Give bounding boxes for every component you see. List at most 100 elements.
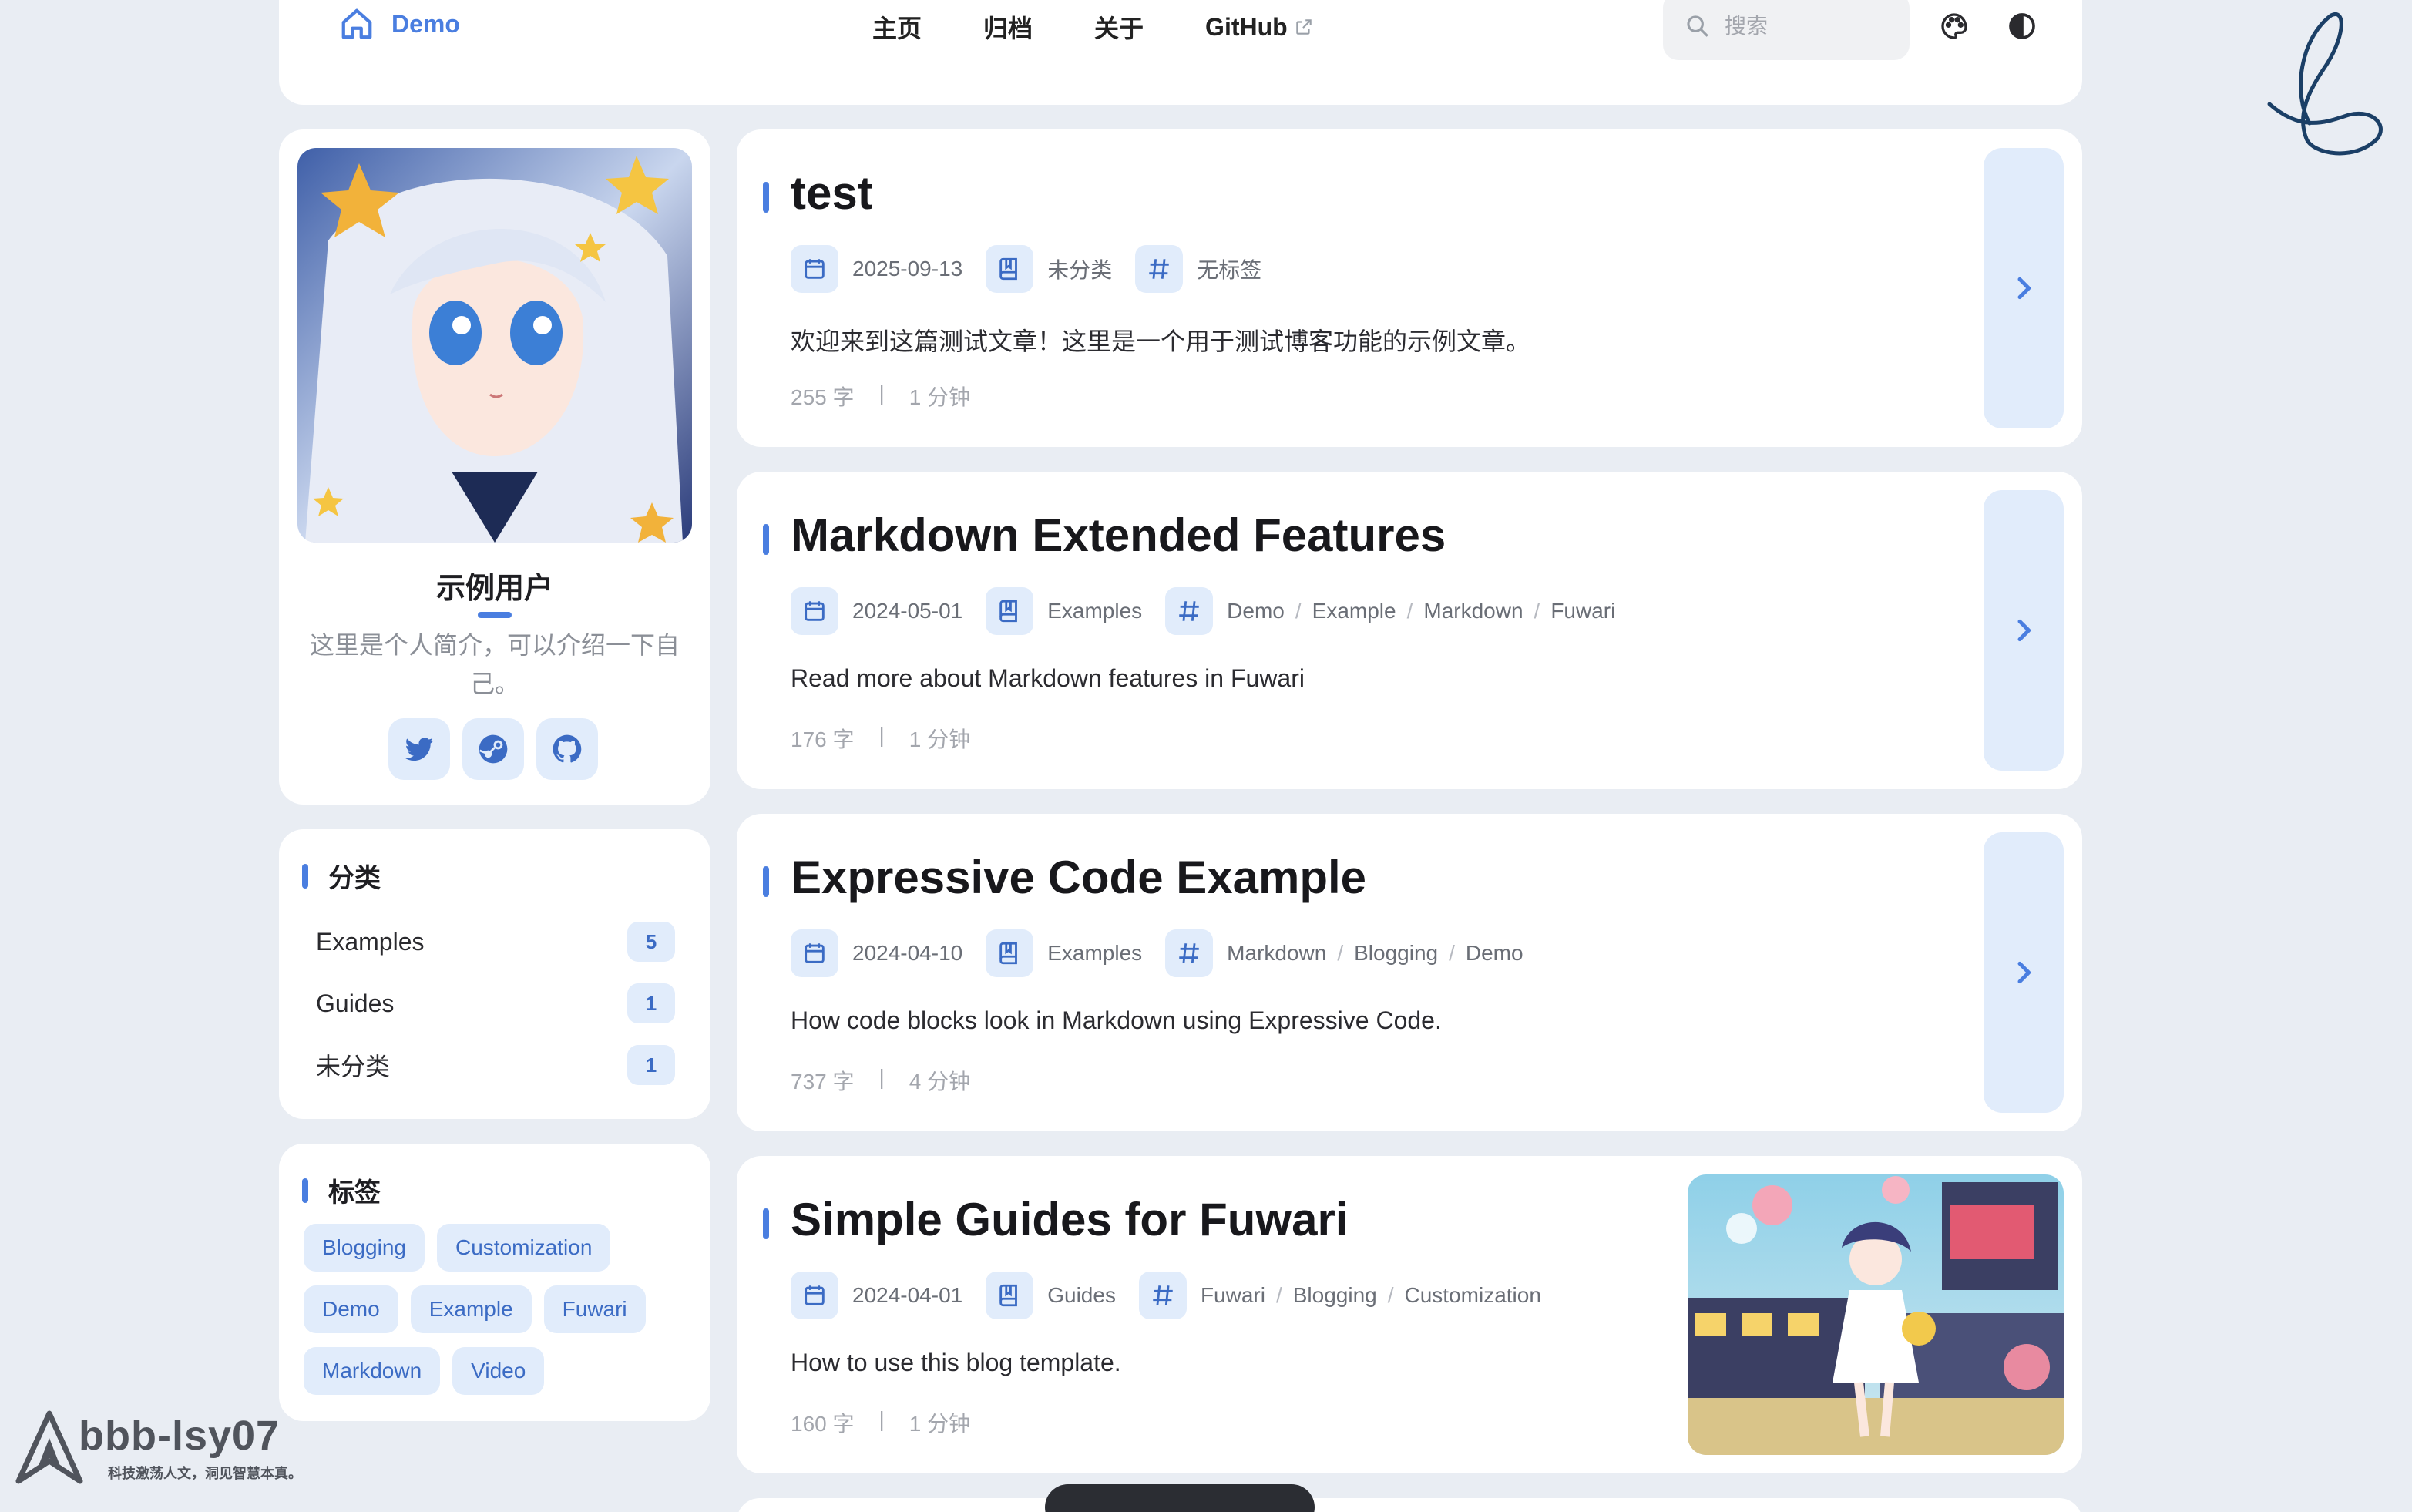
- external-link-icon: [1295, 19, 1312, 35]
- category-name: Examples: [316, 927, 425, 956]
- github-icon: [553, 734, 582, 763]
- chevron-right-icon: [2017, 619, 2031, 642]
- tags-title: 标签: [302, 1171, 381, 1209]
- brand-link[interactable]: Demo: [339, 6, 460, 42]
- stats-separator: |: [878, 1407, 885, 1431]
- category-count: 1: [627, 1045, 675, 1085]
- post-title[interactable]: Simple Guides for Fuwari: [791, 1193, 1348, 1246]
- tag-separator: /: [1275, 1283, 1282, 1307]
- category-item[interactable]: Examples 5: [316, 919, 675, 965]
- nav-links: 主页 归档 关于 GitHub: [842, 9, 1345, 45]
- post-read-time: 1 分钟: [909, 385, 971, 409]
- post-tag[interactable]: Fuwari: [1550, 599, 1615, 623]
- tag-fuwari[interactable]: Fuwari: [543, 1285, 646, 1333]
- calendar-icon: [791, 1272, 838, 1319]
- post-tag[interactable]: Demo: [1466, 941, 1523, 966]
- avatar[interactable]: [297, 148, 692, 543]
- navbar: Demo 主页 归档 关于 GitHub: [279, 0, 2082, 105]
- title-marker: [302, 863, 308, 889]
- post-tag: 无标签: [1197, 258, 1262, 282]
- search-icon: [1687, 15, 1708, 37]
- post-tag[interactable]: Demo: [1227, 599, 1285, 623]
- hash-icon: [1165, 929, 1214, 977]
- search-box[interactable]: [1663, 0, 1910, 60]
- stats-separator: |: [878, 1065, 885, 1089]
- post-description: 欢迎来到这篇测试文章！这里是一个用于测试博客功能的示例文章。: [791, 328, 1531, 355]
- post-tag[interactable]: Customization: [1405, 1283, 1541, 1308]
- post-tag[interactable]: Blogging: [1354, 941, 1438, 966]
- post-card[interactable]: Markdown Extended Features 2024-05-01 Ex…: [737, 472, 2082, 789]
- search-input[interactable]: [1725, 14, 1879, 39]
- tag-video[interactable]: Video: [452, 1347, 545, 1395]
- stats-separator: |: [878, 381, 885, 405]
- nav-link-home[interactable]: 主页: [842, 9, 952, 45]
- post-stats: 737 字 | 4 分钟: [791, 1065, 970, 1096]
- post-category[interactable]: 未分类: [1047, 254, 1112, 284]
- hash-icon: [1135, 245, 1184, 293]
- calendar-icon: [791, 587, 838, 635]
- tag-blogging[interactable]: Blogging: [304, 1224, 425, 1272]
- post-card[interactable]: Expressive Code Example 2024-04-10 Examp…: [737, 814, 2082, 1131]
- tag-customization[interactable]: Customization: [436, 1224, 611, 1272]
- title-marker: [763, 866, 769, 897]
- open-post-button[interactable]: [1984, 832, 2064, 1113]
- open-post-button[interactable]: [1984, 490, 2064, 771]
- post-tag[interactable]: Blogging: [1293, 1283, 1377, 1308]
- book-icon: [986, 929, 1034, 977]
- home-icon: [341, 8, 372, 39]
- post-title[interactable]: Expressive Code Example: [791, 851, 1366, 904]
- post-tag[interactable]: Markdown: [1423, 599, 1523, 623]
- post-title[interactable]: test: [791, 166, 873, 220]
- signature-logo: [2267, 12, 2383, 156]
- post-cover-image[interactable]: [1688, 1174, 2064, 1455]
- post-category[interactable]: Examples: [1047, 941, 1142, 966]
- palette-icon[interactable]: [1939, 11, 1970, 42]
- post-card[interactable]: test 2025-09-13 未分类 无标签 欢迎来到这篇测试文章！这里是一个…: [737, 129, 2082, 447]
- post-word-count: 255 字: [791, 385, 855, 409]
- category-item[interactable]: 未分类 1: [316, 1042, 675, 1088]
- post-stats: 255 字 | 1 分钟: [791, 381, 970, 412]
- avatar-illustration: [297, 148, 692, 543]
- post-tag[interactable]: Markdown: [1227, 941, 1326, 966]
- tag-separator: /: [1387, 1283, 1394, 1307]
- post-tag[interactable]: Example: [1312, 599, 1396, 623]
- profile-divider: [478, 612, 512, 618]
- category-count: 1: [627, 983, 675, 1023]
- steam-button[interactable]: [462, 718, 524, 780]
- post-date: 2025-09-13: [852, 257, 963, 281]
- nav-link-archive[interactable]: 归档: [952, 9, 1063, 45]
- nav-link-github[interactable]: GitHub: [1174, 9, 1345, 45]
- post-card[interactable]: Simple Guides for Fuwari 2024-04-01 Guid…: [737, 1156, 2082, 1473]
- nav-link-about[interactable]: 关于: [1063, 9, 1174, 45]
- calendar-icon: [791, 929, 838, 977]
- tag-separator: /: [1295, 599, 1302, 623]
- github-button[interactable]: [536, 718, 598, 780]
- twitter-button[interactable]: [388, 718, 450, 780]
- theme-toggle-icon[interactable]: [2007, 11, 2037, 42]
- nav-link-about-label: 关于: [1094, 15, 1144, 42]
- profile-name: 示例用户: [435, 573, 553, 605]
- post-stats: 176 字 | 1 分钟: [791, 723, 970, 754]
- chevron-right-icon: [2017, 277, 2031, 300]
- post-read-time: 1 分钟: [909, 1412, 971, 1436]
- hash-icon: [1138, 1272, 1187, 1319]
- tag-example[interactable]: Example: [410, 1285, 532, 1333]
- post-category[interactable]: Examples: [1047, 599, 1142, 623]
- post-meta: 2024-05-01 Examples Demo / Example / Markd…: [791, 587, 1638, 635]
- categories-title: 分类: [302, 857, 381, 895]
- tag-separator: /: [1406, 599, 1413, 623]
- tag-demo[interactable]: Demo: [304, 1285, 398, 1333]
- post-title[interactable]: Markdown Extended Features: [791, 509, 1446, 562]
- category-item[interactable]: Guides 1: [316, 980, 675, 1026]
- post-category[interactable]: Guides: [1047, 1283, 1116, 1308]
- post-meta: 2024-04-01 Guides Fuwari / Blogging / Cust…: [791, 1272, 1564, 1319]
- post-meta: 2024-04-10 Examples Markdown / Blogging / …: [791, 929, 1547, 977]
- post-card-partial[interactable]: [737, 1498, 2082, 1512]
- category-name: Guides: [316, 989, 395, 1017]
- post-tag[interactable]: Fuwari: [1201, 1283, 1265, 1308]
- nav-link-archive-label: 归档: [983, 15, 1033, 42]
- floating-toolbar[interactable]: [1045, 1484, 1315, 1512]
- open-post-button[interactable]: [1984, 148, 2064, 428]
- tag-markdown[interactable]: Markdown: [304, 1347, 441, 1395]
- post-meta: 2025-09-13 未分类 无标签: [791, 245, 1285, 293]
